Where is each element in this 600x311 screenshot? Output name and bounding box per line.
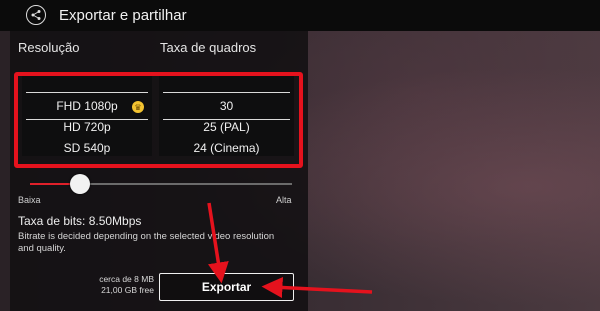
arrow-down-icon [207,202,229,284]
arrow-left-icon [261,277,373,299]
annotation-arrows [207,202,373,299]
